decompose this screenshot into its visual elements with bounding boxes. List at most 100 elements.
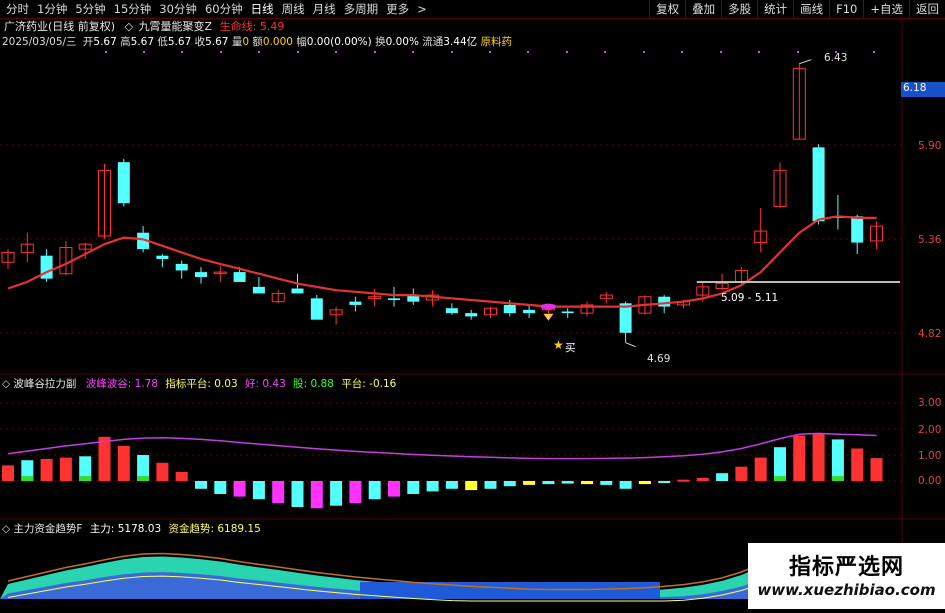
period-tab-2[interactable]: 5分钟 — [71, 0, 109, 18]
turnover-value: 0.00% — [385, 36, 419, 48]
change-value: 0.00(0.00%) — [306, 36, 372, 48]
signal-dot — [181, 51, 183, 53]
watermark-logo: 指标严选网 www.xuezhibiao.com — [748, 543, 945, 609]
period-tab-6[interactable]: 日线 — [247, 0, 278, 18]
period-tab-7[interactable]: 周线 — [278, 0, 309, 18]
signal-dot — [143, 51, 145, 53]
close-label: 收 — [194, 36, 206, 48]
osc-f5-label: 平台: — [341, 378, 366, 390]
candle-body — [561, 311, 574, 314]
period-tab-4[interactable]: 30分钟 — [155, 0, 201, 18]
oscillator-bar — [484, 481, 497, 489]
period-tab-3[interactable]: 15分钟 — [110, 0, 156, 18]
period-tab-8[interactable]: 月线 — [309, 0, 340, 18]
toolbar-button-0[interactable]: 复权 — [649, 0, 685, 18]
signal-dot — [489, 51, 491, 53]
candle-body — [388, 298, 400, 300]
candle-body — [465, 313, 478, 317]
fund-trend-value: 6189.15 — [217, 523, 261, 535]
oscillator-bar — [465, 481, 478, 491]
candle-body — [503, 304, 516, 314]
settings-icon[interactable]: ◇ — [2, 378, 10, 390]
float-label: 流通 — [422, 36, 444, 48]
change-label: 幅 — [296, 36, 307, 48]
candle-body — [851, 216, 864, 243]
turnover-label: 换 — [375, 36, 386, 48]
osc-f5-value: -0.16 — [369, 378, 397, 390]
settings-icon[interactable]: ◇ — [2, 523, 10, 535]
low-label: 低 — [157, 36, 168, 48]
oscillator-bar — [291, 481, 304, 507]
candle-body — [349, 301, 362, 305]
chart-area[interactable] — [0, 19, 945, 609]
toolbar-button-3[interactable]: 统计 — [757, 0, 793, 18]
oscillator-name[interactable]: 波峰谷拉力副 — [13, 378, 76, 390]
price-axis-label: 5.36 — [918, 234, 942, 246]
toolbar-button-7[interactable]: 返回 — [909, 0, 945, 18]
oscillator-bar-base — [21, 476, 34, 481]
oscillator-bar — [330, 481, 343, 506]
oscillator-bar — [2, 465, 14, 481]
oscillator-bar — [735, 466, 748, 481]
osc-f3-value: 0.43 — [262, 378, 286, 390]
oscillator-bar — [368, 481, 381, 500]
osc-f4-value: 0.88 — [310, 378, 334, 390]
period-tab-9[interactable]: 多周期 — [340, 0, 383, 18]
low-arrow — [625, 342, 636, 348]
period-tab-0[interactable]: 分时 — [2, 0, 33, 18]
signal-dot — [412, 51, 414, 53]
osc-f3-label: 好: — [245, 378, 260, 390]
oscillator-bar — [349, 481, 362, 504]
current-price-tag: 6.18 — [901, 82, 945, 97]
toolbar-button-5[interactable]: F10 — [829, 0, 863, 18]
period-tab-1[interactable]: 1分钟 — [33, 0, 71, 18]
toolbar-button-4[interactable]: 画线 — [793, 0, 829, 18]
signal-dot — [720, 51, 722, 53]
lifeline-value: 5.49 — [259, 20, 285, 33]
period-tab-10[interactable]: 更多 — [382, 0, 413, 18]
price-axis-label: 5.90 — [918, 140, 942, 152]
toolbar-button-2[interactable]: 多股 — [721, 0, 757, 18]
candle-body — [658, 296, 671, 307]
period-tab-5[interactable]: 60分钟 — [201, 0, 247, 18]
concept-tag[interactable]: 原料药 — [481, 36, 513, 48]
toolbar-button-6[interactable]: +自选 — [863, 0, 909, 18]
oscillator-bar — [59, 457, 72, 481]
oscillator-bar — [214, 481, 227, 494]
oscillator-bar — [272, 481, 285, 504]
oscillator-bar — [233, 481, 246, 497]
osc-axis-label: 1.00 — [918, 450, 942, 462]
oscillator-bar — [754, 457, 767, 481]
main-indicator-name[interactable]: 九霄量能聚变Z — [139, 20, 213, 33]
oscillator-bar — [870, 458, 883, 481]
signal-dot — [758, 51, 760, 53]
osc-f1-label: 波峰波谷: — [85, 378, 132, 390]
watermark-url: www.xuezhibiao.com — [757, 581, 936, 599]
capital-flow-name[interactable]: 主力资金趋势F — [13, 523, 82, 535]
osc-axis-label: 3.00 — [918, 397, 942, 409]
oscillator-bar — [195, 481, 207, 489]
oscillator-bar — [388, 481, 400, 497]
open-label: 开 — [82, 36, 94, 48]
candle-body — [523, 309, 536, 314]
more-chevron-icon[interactable]: > — [413, 0, 431, 18]
indicator-settings-icon[interactable]: ◇ — [125, 20, 133, 33]
signal-dot — [681, 51, 683, 53]
toolbar-buttons: 复权 叠加 多股 统计 画线 F10 +自选 返回 — [649, 0, 945, 18]
top-toolbar: 分时 1分钟 5分钟 15分钟 30分钟 60分钟 日线 周线 月线 多周期 更多 > 复权 叠加 多股统… — [0, 0, 945, 19]
high-price-annotation: 6.43 — [824, 52, 848, 64]
stock-name[interactable]: 广济药业(日线 前复权) — [4, 20, 115, 33]
ohlc-info-line: 2025/03/05/三 开5.67 高5.67 低5.67 收5.67 量0 … — [2, 35, 512, 49]
oscillator-bar — [581, 481, 593, 485]
osc-f4-label: 股: — [293, 378, 308, 390]
oscillator-bar — [503, 481, 516, 487]
buy-star-icon: ★ — [553, 338, 564, 352]
range-label: 5.09 - 5.11 — [721, 292, 779, 304]
signal-dot — [258, 51, 260, 53]
oscillator-bar-base — [774, 476, 786, 481]
candle-body — [291, 288, 304, 294]
oscillator-bar — [426, 481, 439, 492]
oscillator-bar — [542, 481, 555, 485]
kline-chart-svg[interactable] — [0, 19, 945, 609]
toolbar-button-1[interactable]: 叠加 — [685, 0, 721, 18]
